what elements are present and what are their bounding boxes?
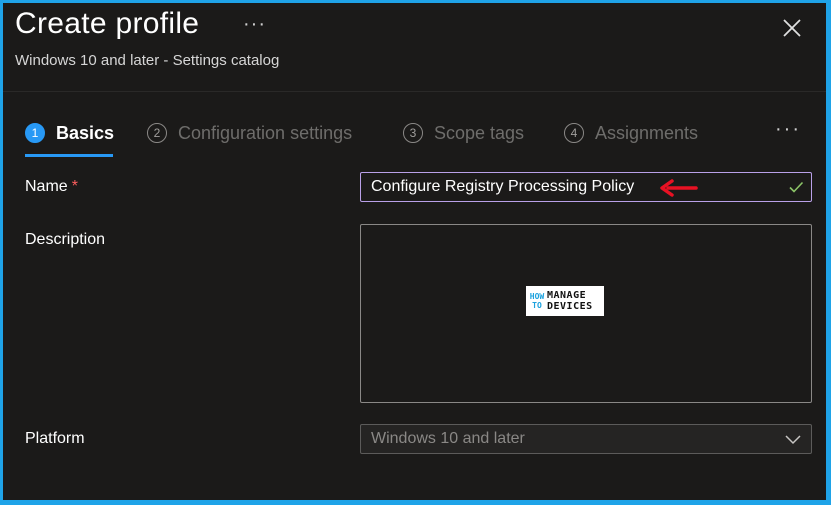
platform-label: Platform [25,430,85,447]
logo-devices-text: DEVICES [547,301,593,312]
name-label-text: Name [25,178,68,195]
step-label: Scope tags [434,122,525,143]
logo-manage-text: MANAGE [547,290,587,301]
annotation-arrow-icon [660,179,698,197]
close-icon[interactable] [779,15,805,41]
step-number: 3 [403,123,423,143]
name-input[interactable]: Configure Registry Processing Policy [360,172,812,202]
chevron-down-icon [785,435,801,445]
step-number: 1 [25,123,45,143]
step-scope-tags[interactable]: 3 Scope tags [403,120,524,146]
step-configuration-settings[interactable]: 2 Configuration settings [147,120,352,146]
wizard-steps: 1 Basics 2 Configuration settings 3 Scop… [25,118,815,160]
create-profile-panel: Create profile ··· Windows 10 and later … [3,3,826,500]
logo-to-text: TO [532,301,542,310]
platform-dropdown[interactable]: Windows 10 and later [360,424,812,454]
logo-how-to: HOW TO [529,292,545,310]
page-subtitle: Windows 10 and later - Settings catalog [15,52,280,69]
name-label: Name * [25,178,78,196]
required-indicator: * [71,178,78,195]
step-basics[interactable]: 1 Basics [25,120,114,146]
step-number: 4 [564,123,584,143]
logo-how-text: HOW [529,292,545,301]
name-input-value: Configure Registry Processing Policy [371,178,635,195]
watermark-logo: HOW TO MANAGE DEVICES [526,286,604,316]
step-assignments[interactable]: 4 Assignments [564,120,698,146]
step-label: Basics [56,122,115,143]
valid-checkmark-icon [789,181,804,193]
step-label: Configuration settings [178,122,353,143]
page-title: Create profile [15,7,200,40]
step-label: Assignments [595,122,699,143]
active-step-indicator [25,154,113,157]
logo-manage-devices: MANAGE DEVICES [547,290,593,312]
more-options-button[interactable]: ··· [243,13,266,36]
header-divider [3,91,826,92]
description-label: Description [25,231,106,248]
steps-more-button[interactable]: ··· [775,118,801,141]
step-number: 2 [147,123,167,143]
platform-selected-value: Windows 10 and later [371,430,525,447]
